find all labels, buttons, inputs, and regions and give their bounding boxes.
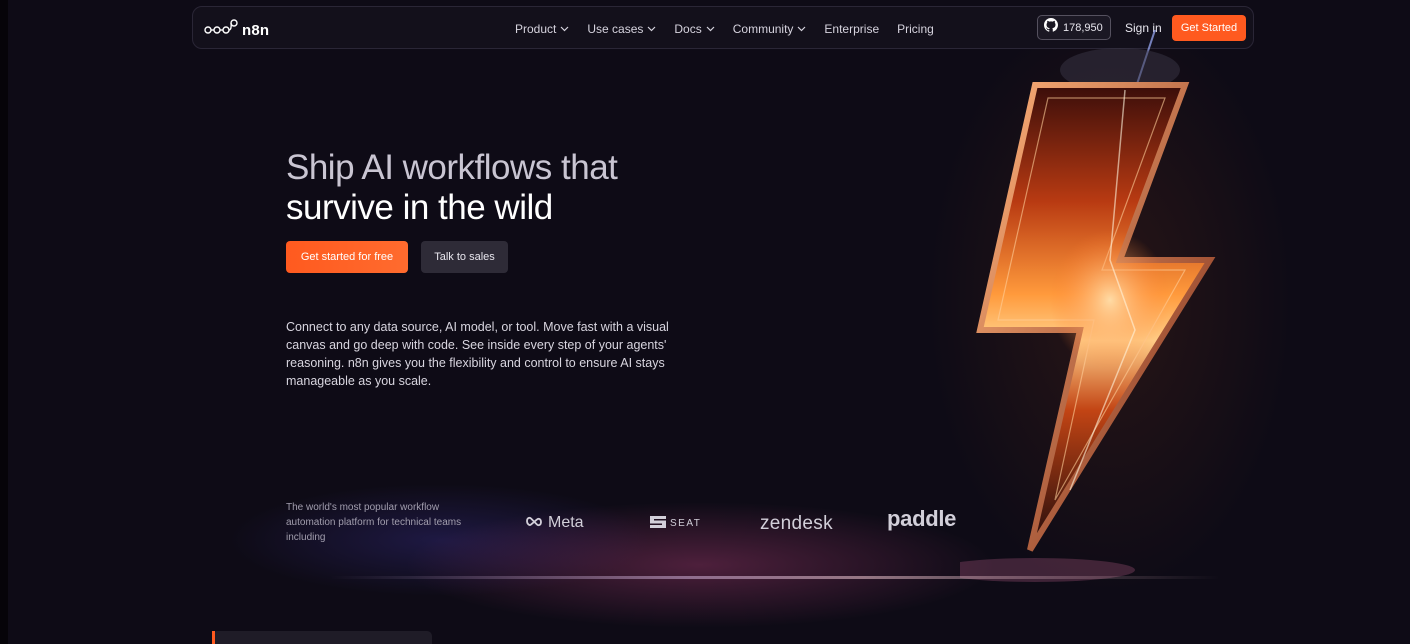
next-section-card	[212, 631, 432, 644]
chevron-down-icon	[706, 26, 715, 32]
meta-infinity-icon	[524, 514, 544, 532]
n8n-nodes-icon	[204, 18, 238, 43]
nav-item-label: Docs	[674, 21, 702, 36]
nav-item-label: Use cases	[587, 21, 644, 36]
talk-to-sales-button[interactable]: Talk to sales	[421, 241, 508, 273]
nav-links: Product Use cases Docs Community Enterpr…	[515, 7, 934, 50]
get-started-free-button[interactable]: Get started for free	[286, 241, 408, 273]
hero-title-line-2: survive in the wild	[286, 188, 553, 227]
paddle-logo: paddle	[887, 506, 956, 532]
chevron-down-icon	[797, 26, 806, 32]
landing-page: n8n Product Use cases Docs Community Ent…	[0, 0, 1410, 644]
lightning-bolt-illustration	[960, 30, 1216, 582]
nav-item-use-cases[interactable]: Use cases	[587, 22, 656, 36]
nav-item-label: Community	[732, 21, 794, 36]
seat-logo-icon	[650, 516, 666, 531]
zendesk-wordmark: zendesk	[760, 513, 833, 534]
nav-item-label: Product	[515, 21, 557, 36]
nav-item-docs[interactable]: Docs	[674, 21, 715, 36]
meta-wordmark: Meta	[548, 514, 584, 531]
left-edge	[0, 0, 8, 644]
logo-wordmark: n8n	[242, 22, 270, 39]
next-section-accent	[212, 631, 215, 644]
nav-item-product[interactable]: Product	[515, 22, 569, 36]
nav-item-label: Pricing	[897, 21, 934, 36]
hero-title: Ship AI workflows that survive in the wi…	[286, 148, 618, 228]
seat-logo: SEAT	[650, 516, 701, 531]
nav-item-label: Enterprise	[824, 21, 880, 36]
customers-caption: The world's most popular workflow automa…	[286, 502, 462, 543]
paddle-wordmark: paddle	[887, 506, 957, 531]
hero-description: Connect to any data source, AI model, or…	[286, 320, 669, 388]
chevron-down-icon	[647, 26, 656, 32]
seat-wordmark: SEAT	[670, 518, 702, 529]
meta-logo: Meta	[524, 514, 584, 532]
zendesk-logo: zendesk	[760, 513, 833, 535]
nav-item-pricing[interactable]: Pricing	[897, 22, 934, 36]
nav-item-enterprise[interactable]: Enterprise	[824, 22, 879, 36]
logo[interactable]: n8n	[204, 18, 269, 43]
logos-band-glow	[330, 576, 1220, 579]
chevron-down-icon	[560, 26, 569, 32]
hero-title-line-1: Ship AI workflows that	[286, 148, 618, 187]
nav-item-community[interactable]: Community	[733, 22, 807, 36]
